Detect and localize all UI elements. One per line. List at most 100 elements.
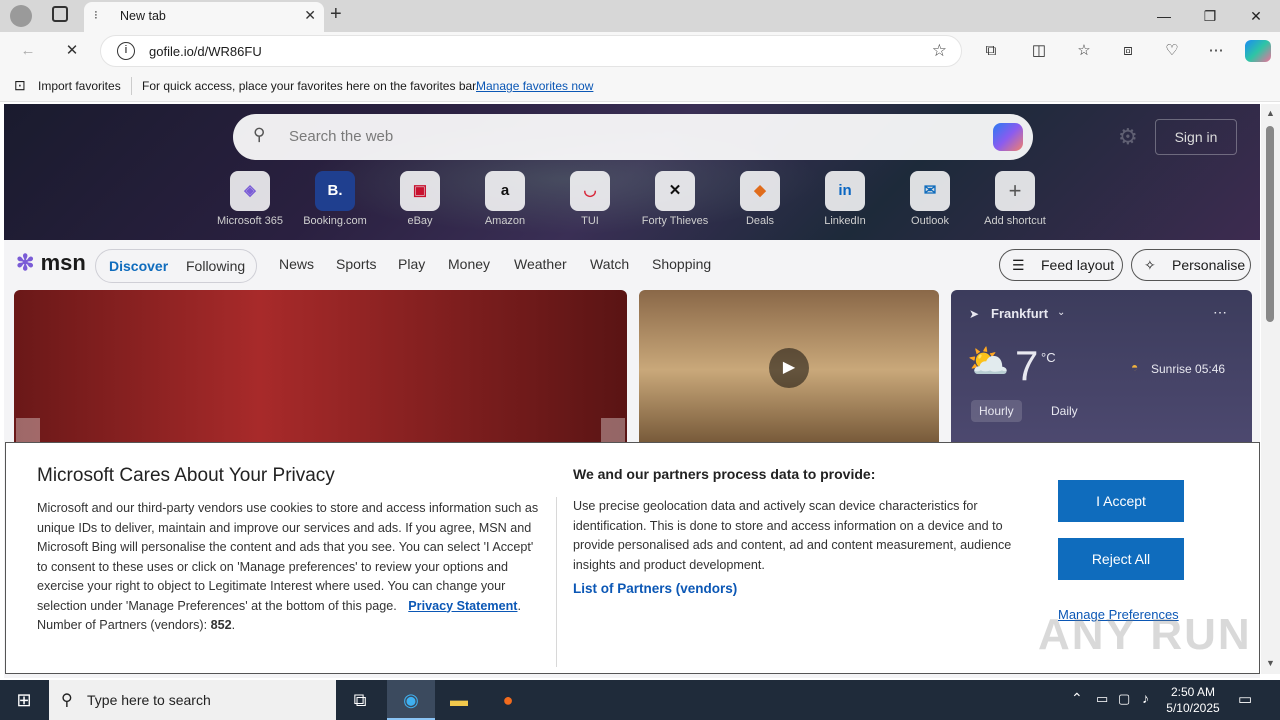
search-icon: ⚲ bbox=[253, 125, 266, 144]
scrollbar-thumb[interactable] bbox=[1266, 126, 1274, 322]
shortcut-forty-thieves[interactable]: ✕ Forty Thieves bbox=[635, 171, 715, 227]
weather-card[interactable]: ➤ Frankfurt ⌄ ⋯ ⛅ 7 °C ◓ Sunrise 05:46 H… bbox=[951, 290, 1252, 450]
browser-essentials-icon[interactable]: ♡ bbox=[1160, 40, 1184, 62]
close-tab-icon[interactable]: ✕ bbox=[304, 7, 316, 24]
weather-location[interactable]: Frankfurt bbox=[991, 306, 1048, 321]
tab-discover[interactable]: Discover bbox=[109, 258, 168, 274]
close-window-button[interactable]: ✕ bbox=[1233, 4, 1279, 28]
new-tab-button[interactable]: + bbox=[330, 3, 342, 26]
location-chevron-icon[interactable]: ⌄ bbox=[1057, 307, 1065, 318]
shortcut-deals[interactable]: ◆ Deals bbox=[720, 171, 800, 227]
nav-news[interactable]: News bbox=[279, 256, 314, 272]
shortcut-microsoft365[interactable]: ◈ Microsoft 365 bbox=[210, 171, 290, 227]
back-icon[interactable]: ← bbox=[16, 40, 40, 62]
privacy-body-text: Microsoft and our third-party vendors us… bbox=[37, 501, 539, 613]
microsoft365-icon: ◈ bbox=[230, 171, 270, 211]
tray-chevron-icon[interactable]: ⌃ bbox=[1071, 690, 1083, 707]
volume-icon[interactable]: ♪ bbox=[1142, 690, 1149, 706]
collections-icon[interactable]: ⧈ bbox=[1116, 40, 1140, 62]
news-card-main[interactable] bbox=[14, 290, 627, 450]
tab-daily[interactable]: Daily bbox=[1051, 404, 1078, 418]
profile-icon[interactable] bbox=[10, 5, 32, 27]
tab-hourly[interactable]: Hourly bbox=[971, 400, 1022, 422]
address-toolbar: ← ✕ i gofile.io/d/WR86FU ☆ ⧉ ◫ ☆ ⧈ ♡ ⋯ bbox=[0, 32, 1280, 70]
video-card[interactable]: ▶ bbox=[639, 290, 939, 450]
shortcut-booking[interactable]: B. Booking.com bbox=[295, 171, 375, 227]
accept-button[interactable]: I Accept bbox=[1058, 480, 1184, 522]
sunrise-icon: ◓ bbox=[1131, 360, 1139, 374]
msn-logo-text: msn bbox=[40, 250, 86, 275]
shortcut-outlook[interactable]: ✉ Outlook bbox=[890, 171, 970, 227]
play-icon[interactable]: ▶ bbox=[769, 348, 809, 388]
list-of-partners-link[interactable]: List of Partners (vendors) bbox=[573, 581, 737, 596]
favorites-bar-divider bbox=[131, 77, 132, 95]
device-icon[interactable]: ▭ bbox=[1096, 691, 1108, 707]
split-screen-icon[interactable]: ◫ bbox=[1027, 40, 1051, 62]
shortcut-label: Outlook bbox=[911, 215, 949, 227]
shortcut-ebay[interactable]: ▣ eBay bbox=[380, 171, 460, 227]
favorites-icon[interactable]: ☆ bbox=[1072, 40, 1096, 62]
extensions-icon[interactable]: ⧉ bbox=[979, 40, 1003, 62]
minimize-button[interactable]: — bbox=[1141, 4, 1187, 28]
crossed-swords-icon: ✕ bbox=[655, 171, 695, 211]
site-info-icon[interactable]: i bbox=[117, 42, 135, 60]
shortcut-tui[interactable]: ◡ TUI bbox=[550, 171, 630, 227]
shortcut-amazon[interactable]: a Amazon bbox=[465, 171, 545, 227]
feed-segment: Discover Following bbox=[95, 249, 257, 283]
stop-loading-icon[interactable]: ✕ bbox=[60, 40, 84, 62]
taskbar-search-box[interactable]: ⚲ Type here to search bbox=[49, 680, 336, 720]
tab-new-tab[interactable]: ⁝ New tab ✕ bbox=[84, 2, 324, 32]
file-explorer-icon[interactable]: ▬ bbox=[435, 680, 483, 720]
manage-favorites-link[interactable]: Manage favorites now bbox=[476, 79, 593, 93]
sparkle-icon: ✧ bbox=[1144, 257, 1156, 273]
shortcut-label: Microsoft 365 bbox=[216, 215, 284, 227]
scroll-down-arrow-icon[interactable]: ▼ bbox=[1266, 658, 1275, 668]
taskbar-clock[interactable]: 2:50 AM 5/10/2025 bbox=[1163, 684, 1223, 716]
reject-all-button[interactable]: Reject All bbox=[1058, 538, 1184, 580]
firefox-icon[interactable]: ● bbox=[484, 680, 532, 720]
shortcut-linkedin[interactable]: in LinkedIn bbox=[805, 171, 885, 227]
personalise-button[interactable]: ✧ Personalise bbox=[1131, 249, 1251, 281]
linkedin-icon: in bbox=[825, 171, 865, 211]
personalise-label: Personalise bbox=[1172, 257, 1246, 273]
settings-gear-icon[interactable]: ⚙ bbox=[1118, 124, 1138, 150]
tab-actions-icon[interactable] bbox=[52, 6, 68, 22]
task-view-icon[interactable]: ⧉ bbox=[336, 680, 384, 720]
nav-play[interactable]: Play bbox=[398, 256, 425, 272]
feed-layout-button[interactable]: ☰ Feed layout bbox=[999, 249, 1123, 281]
scroll-up-arrow-icon[interactable]: ▲ bbox=[1266, 108, 1275, 118]
nav-shopping[interactable]: Shopping bbox=[652, 256, 711, 272]
nav-sports[interactable]: Sports bbox=[336, 256, 376, 272]
restore-button[interactable]: ❐ bbox=[1187, 4, 1233, 28]
privacy-statement-link[interactable]: Privacy Statement bbox=[408, 599, 517, 613]
taskbar-search-icon: ⚲ bbox=[61, 692, 73, 709]
copilot-search-icon[interactable] bbox=[993, 123, 1023, 151]
import-favorites-icon[interactable]: ⊡ bbox=[14, 77, 26, 94]
weather-sunrise[interactable]: Sunrise 05:46 bbox=[1151, 362, 1225, 376]
edge-taskbar-icon[interactable]: ◉ bbox=[387, 680, 435, 720]
network-icon[interactable]: ▢ bbox=[1118, 691, 1130, 707]
search-placeholder[interactable]: Search the web bbox=[289, 128, 393, 145]
copilot-icon[interactable] bbox=[1245, 40, 1271, 62]
more-menu-icon[interactable]: ⋯ bbox=[1204, 40, 1228, 62]
sign-in-button[interactable]: Sign in bbox=[1155, 119, 1237, 155]
import-favorites-button[interactable]: Import favorites bbox=[38, 79, 121, 93]
url-text[interactable]: gofile.io/d/WR86FU bbox=[149, 44, 262, 59]
tab-following[interactable]: Following bbox=[186, 258, 245, 274]
taskbar-search-placeholder[interactable]: Type here to search bbox=[87, 692, 211, 708]
nav-watch[interactable]: Watch bbox=[590, 256, 629, 272]
favorite-star-icon[interactable]: ☆ bbox=[932, 41, 947, 61]
shortcut-add[interactable]: + Add shortcut bbox=[975, 171, 1055, 227]
privacy-title: Microsoft Cares About Your Privacy bbox=[37, 465, 335, 486]
address-bar[interactable]: i gofile.io/d/WR86FU ☆ bbox=[100, 35, 962, 67]
nav-money[interactable]: Money bbox=[448, 256, 490, 272]
windows-start-icon[interactable]: ⊞ bbox=[0, 680, 48, 720]
notifications-icon[interactable]: ▭ bbox=[1238, 690, 1252, 708]
nav-weather[interactable]: Weather bbox=[514, 256, 567, 272]
msn-logo[interactable]: ✻ msn bbox=[16, 250, 86, 276]
loading-icon: ⁝ bbox=[94, 8, 98, 22]
web-search-box[interactable]: ⚲ Search the web bbox=[233, 114, 1033, 160]
page-scrollbar[interactable]: ▲ ▼ bbox=[1261, 104, 1280, 674]
weather-temp: 7 bbox=[1015, 342, 1039, 389]
weather-more-icon[interactable]: ⋯ bbox=[1213, 304, 1227, 321]
